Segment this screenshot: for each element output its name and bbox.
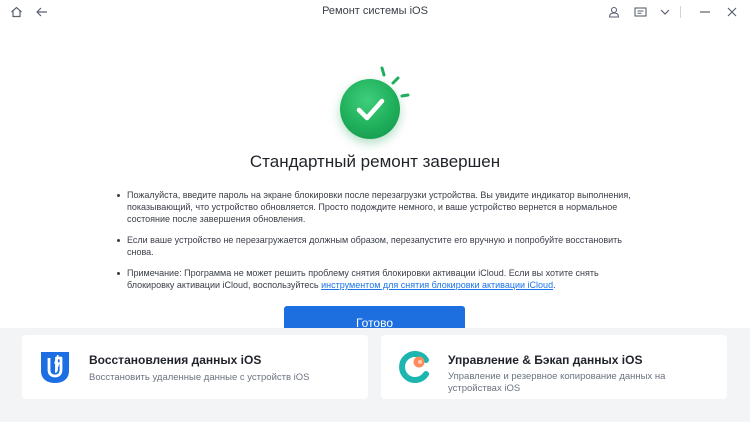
feedback-icon[interactable]: [630, 2, 650, 22]
backup-manager-icon: [397, 349, 431, 385]
page-title: Стандартный ремонт завершен: [249, 152, 501, 171]
instructions-list: Пожалуйста, введите пароль на экране бло…: [117, 189, 637, 300]
title-bar: Ремонт системы iOS: [0, 0, 750, 24]
close-icon[interactable]: [722, 2, 742, 22]
card-description: Восстановить удаленные данные с устройст…: [89, 372, 310, 383]
note-end: .: [553, 280, 556, 290]
card-description: Управление и резервное копирование данны…: [448, 371, 666, 394]
titlebar-divider: [680, 6, 681, 18]
account-icon[interactable]: [604, 2, 624, 22]
data-recovery-icon: [38, 349, 72, 385]
chevron-down-icon[interactable]: [655, 2, 675, 22]
data-recovery-card[interactable]: Восстановления данных iOS Восстановить у…: [22, 335, 368, 399]
list-item: Пожалуйста, введите пароль на экране бло…: [117, 189, 637, 225]
list-item: Если ваше устройство не перезагружается …: [117, 234, 637, 258]
backup-manager-card[interactable]: Управление & Бэкап данных iOS Управление…: [381, 335, 727, 399]
icloud-unlock-link[interactable]: инструментом для снятия блокировки актив…: [321, 280, 553, 290]
checkmark-icon: [340, 79, 400, 139]
list-item: Примечание: Программа не может решить пр…: [117, 267, 637, 291]
minimize-icon[interactable]: [695, 2, 715, 22]
card-title: Управление & Бэкап данных iOS: [448, 353, 643, 367]
card-title: Восстановления данных iOS: [89, 353, 262, 367]
success-badge: [330, 64, 420, 144]
